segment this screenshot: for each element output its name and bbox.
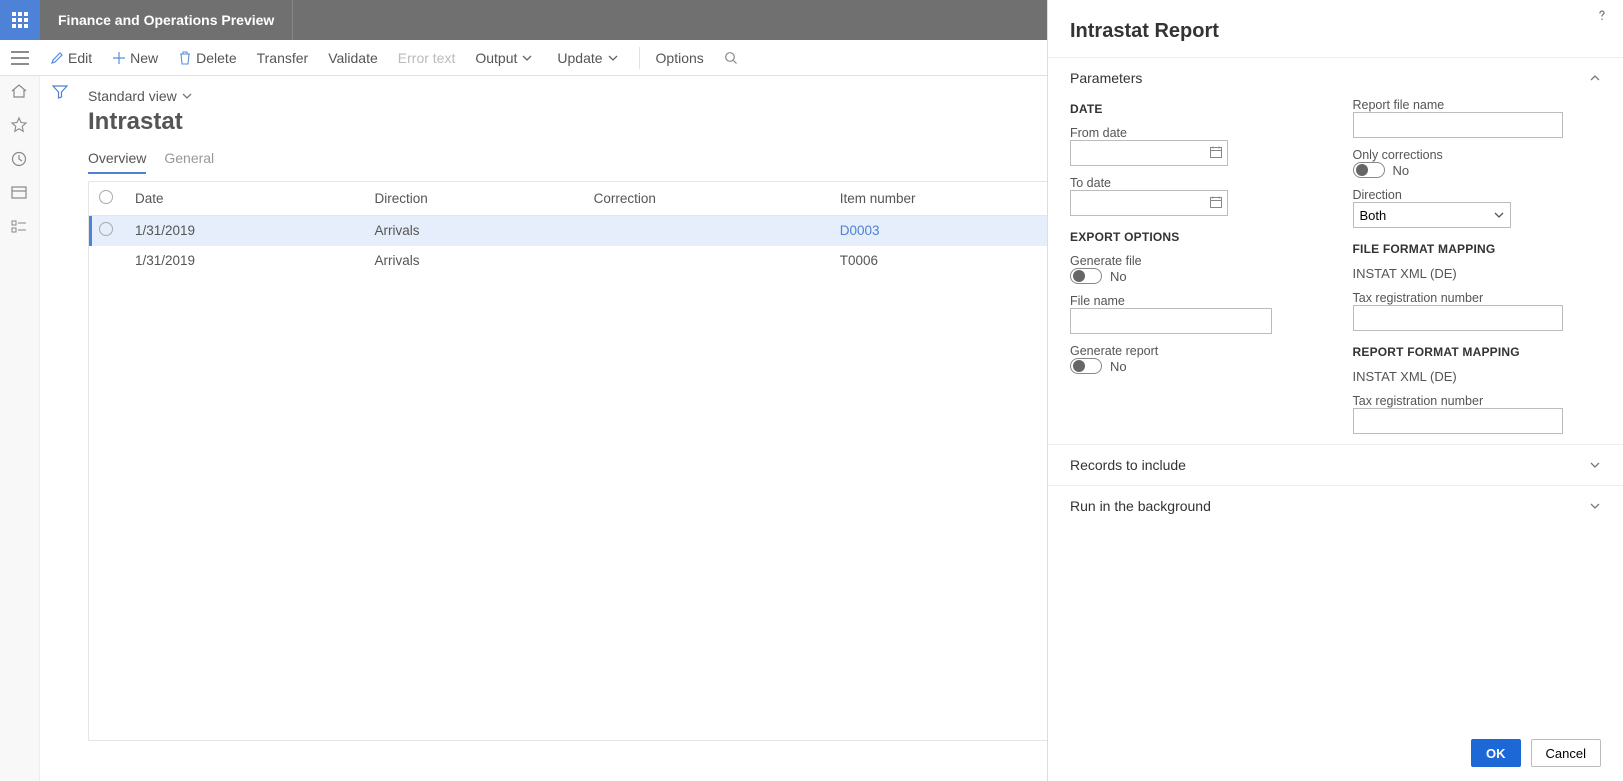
chevron-down-icon: [521, 52, 533, 64]
label-to-date: To date: [1070, 176, 1319, 190]
filter-button[interactable]: [52, 84, 68, 781]
from-date-input[interactable]: [1070, 140, 1228, 166]
chevron-up-icon: [1589, 72, 1601, 84]
report-file-name-input[interactable]: [1353, 112, 1563, 138]
pencil-icon: [50, 51, 64, 65]
row-selector[interactable]: [89, 216, 125, 246]
parameters-left-col: DATE From date To date EXPORT OPTIONS Ge…: [1070, 98, 1319, 434]
new-label: New: [130, 50, 158, 66]
file-tax-reg-input[interactable]: [1353, 305, 1563, 331]
cell-direction: Arrivals: [364, 246, 583, 276]
to-date-field: [1070, 190, 1228, 216]
row-selector[interactable]: [89, 246, 125, 276]
chevron-down-icon: [1589, 459, 1601, 471]
tab-general[interactable]: General: [164, 150, 214, 174]
nav-toggle-button[interactable]: [0, 40, 40, 76]
label-report-file-name: Report file name: [1353, 98, 1602, 112]
home-icon[interactable]: [10, 82, 30, 102]
cancel-button[interactable]: Cancel: [1531, 739, 1601, 767]
question-icon: [1595, 8, 1609, 22]
report-format-value: INSTAT XML (DE): [1353, 369, 1602, 384]
label-file-tax-reg: Tax registration number: [1353, 291, 1602, 305]
section-parameters-header[interactable]: Parameters: [1048, 57, 1623, 98]
options-button[interactable]: Options: [646, 40, 714, 76]
file-name-input[interactable]: [1070, 308, 1272, 334]
recent-icon[interactable]: [10, 150, 30, 170]
plus-icon: [112, 51, 126, 65]
only-corrections-value: No: [1393, 163, 1410, 178]
left-rail: [0, 76, 40, 781]
search-button[interactable]: [714, 40, 752, 76]
app-launcher-button[interactable]: [0, 0, 40, 40]
group-file-format: FILE FORMAT MAPPING: [1353, 242, 1602, 256]
search-icon: [724, 51, 738, 65]
waffle-icon: [12, 12, 28, 28]
app-title: Finance and Operations Preview: [40, 0, 293, 40]
chevron-down-icon: [1589, 500, 1601, 512]
parameters-right-col: Report file name Only corrections No Dir…: [1353, 98, 1602, 434]
section-parameters-body: DATE From date To date EXPORT OPTIONS Ge…: [1048, 98, 1623, 444]
new-button[interactable]: New: [102, 40, 168, 76]
group-export-options: EXPORT OPTIONS: [1070, 230, 1319, 244]
col-direction[interactable]: Direction: [364, 182, 583, 216]
only-corrections-toggle[interactable]: [1353, 162, 1385, 178]
report-tax-reg-input[interactable]: [1353, 408, 1563, 434]
ok-button[interactable]: OK: [1471, 739, 1521, 767]
panel-title: Intrastat Report: [1048, 0, 1623, 57]
delete-button[interactable]: Delete: [168, 40, 246, 76]
validate-button[interactable]: Validate: [318, 40, 388, 76]
chevron-down-icon: [607, 52, 619, 64]
panel-footer: OK Cancel: [1048, 725, 1623, 781]
group-date: DATE: [1070, 102, 1319, 116]
select-all-header[interactable]: [89, 182, 125, 216]
direction-select[interactable]: Both: [1353, 202, 1511, 228]
to-date-input[interactable]: [1070, 190, 1228, 216]
cell-correction: [584, 216, 830, 246]
generate-file-toggle-row: No: [1070, 268, 1319, 284]
label-generate-file: Generate file: [1070, 254, 1319, 268]
chevron-down-icon: [181, 90, 193, 102]
error-text-button: Error text: [388, 40, 466, 76]
generate-file-toggle[interactable]: [1070, 268, 1102, 284]
transfer-button[interactable]: Transfer: [247, 40, 319, 76]
workspace-icon[interactable]: [10, 184, 30, 204]
filter-column: [40, 76, 80, 781]
col-date[interactable]: Date: [125, 182, 364, 216]
cell-date: 1/31/2019: [125, 246, 364, 276]
section-records-header[interactable]: Records to include: [1048, 444, 1623, 485]
only-corrections-toggle-row: No: [1353, 162, 1602, 178]
generate-file-value: No: [1110, 269, 1127, 284]
direction-select-wrap: Both: [1353, 202, 1511, 228]
star-icon[interactable]: [10, 116, 30, 136]
update-menu[interactable]: Update: [547, 40, 632, 76]
generate-report-toggle[interactable]: [1070, 358, 1102, 374]
label-only-corrections: Only corrections: [1353, 148, 1602, 162]
cell-date: 1/31/2019: [125, 216, 364, 246]
tab-overview[interactable]: Overview: [88, 150, 146, 174]
generate-report-toggle-row: No: [1070, 358, 1319, 374]
label-generate-report: Generate report: [1070, 344, 1319, 358]
cell-direction: Arrivals: [364, 216, 583, 246]
label-report-tax-reg: Tax registration number: [1353, 394, 1602, 408]
label-file-name: File name: [1070, 294, 1319, 308]
label-from-date: From date: [1070, 126, 1319, 140]
help-button[interactable]: [1595, 8, 1609, 22]
group-report-format: REPORT FORMAT MAPPING: [1353, 345, 1602, 359]
separator: [639, 47, 640, 69]
trash-icon: [178, 51, 192, 65]
edit-label: Edit: [68, 50, 92, 66]
cell-correction: [584, 246, 830, 276]
label-direction: Direction: [1353, 188, 1602, 202]
edit-button[interactable]: Edit: [40, 40, 102, 76]
intrastat-report-panel: Intrastat Report Parameters DATE From da…: [1047, 0, 1623, 781]
delete-label: Delete: [196, 50, 236, 66]
section-background-header[interactable]: Run in the background: [1048, 485, 1623, 526]
funnel-icon: [52, 84, 68, 100]
generate-report-value: No: [1110, 359, 1127, 374]
modules-icon[interactable]: [10, 218, 30, 238]
output-menu[interactable]: Output: [465, 40, 547, 76]
col-correction[interactable]: Correction: [584, 182, 830, 216]
file-format-value: INSTAT XML (DE): [1353, 266, 1602, 281]
from-date-field: [1070, 140, 1228, 166]
